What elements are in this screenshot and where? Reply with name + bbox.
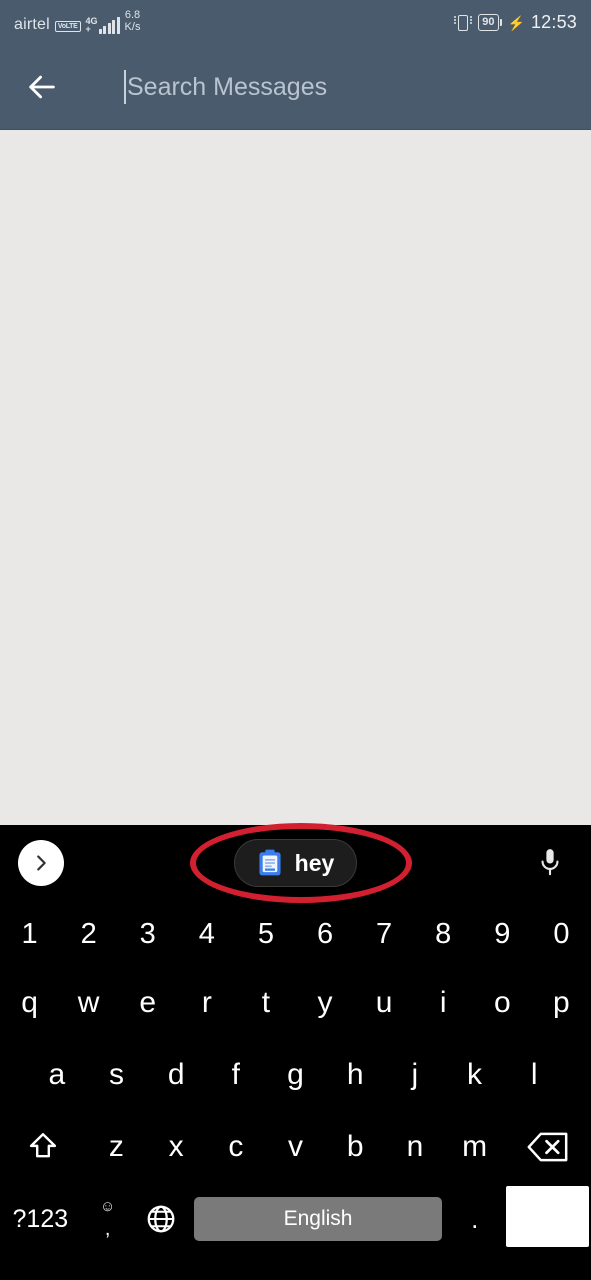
keyboard-row-numbers: 1 2 3 4 5 6 7 8 9 0 bbox=[0, 901, 591, 967]
key-1[interactable]: 1 bbox=[0, 901, 59, 967]
carrier-label: airtel bbox=[14, 15, 50, 33]
battery-icon: 90 bbox=[478, 14, 502, 31]
app-bar bbox=[0, 45, 591, 130]
keyboard-row-3: z x c v b n m bbox=[0, 1111, 591, 1183]
enter-key-surface bbox=[505, 1186, 589, 1247]
key-v[interactable]: v bbox=[266, 1111, 326, 1183]
key-j[interactable]: j bbox=[385, 1039, 445, 1111]
chevron-right-icon bbox=[37, 855, 46, 871]
data-speed-indicator: 6.8 K/s bbox=[124, 9, 141, 33]
vibrate-icon bbox=[454, 13, 473, 33]
microphone-icon bbox=[541, 849, 559, 876]
status-bar: airtel VoLTE 4G + 6.8 K/s 90 ⚡ 12:53 bbox=[0, 0, 591, 45]
key-l[interactable]: l bbox=[504, 1039, 564, 1111]
back-button[interactable] bbox=[18, 63, 66, 111]
clipboard-suggestion-chip[interactable]: hey bbox=[233, 839, 358, 887]
key-0[interactable]: 0 bbox=[532, 901, 591, 967]
search-field-wrapper[interactable] bbox=[124, 70, 527, 104]
voice-input-button[interactable] bbox=[527, 840, 573, 886]
key-y[interactable]: y bbox=[295, 967, 354, 1039]
enter-key[interactable] bbox=[502, 1183, 591, 1255]
key-m[interactable]: m bbox=[445, 1111, 505, 1183]
key-c[interactable]: c bbox=[206, 1111, 266, 1183]
on-screen-keyboard: hey 1 2 3 4 5 6 7 8 9 0 q w e r t y u i … bbox=[0, 825, 591, 1280]
key-o[interactable]: o bbox=[473, 967, 532, 1039]
network-gen-label: 4G + bbox=[85, 16, 98, 34]
emoji-icon: ☺ bbox=[99, 1198, 116, 1215]
network-indicator: 4G + bbox=[85, 16, 120, 34]
clock-label: 12:53 bbox=[530, 12, 577, 32]
shift-key[interactable] bbox=[0, 1111, 87, 1183]
key-r[interactable]: r bbox=[177, 967, 236, 1039]
key-p[interactable]: p bbox=[532, 967, 591, 1039]
signal-bars-icon bbox=[98, 16, 120, 34]
key-n[interactable]: n bbox=[385, 1111, 445, 1183]
key-9[interactable]: 9 bbox=[473, 901, 532, 967]
keyboard-row-2: a s d f g h j k l bbox=[0, 1039, 591, 1111]
battery-level-label: 90 bbox=[478, 14, 499, 31]
key-3[interactable]: 3 bbox=[118, 901, 177, 967]
expand-toolbar-button[interactable] bbox=[18, 840, 64, 886]
key-8[interactable]: 8 bbox=[414, 901, 473, 967]
shift-icon bbox=[30, 1133, 57, 1158]
suggestion-strip: hey bbox=[0, 825, 591, 901]
key-k[interactable]: k bbox=[445, 1039, 505, 1111]
backspace-key[interactable] bbox=[504, 1111, 591, 1183]
phone-screen: airtel VoLTE 4G + 6.8 K/s 90 ⚡ 12:53 Sea… bbox=[0, 0, 591, 1280]
key-6[interactable]: 6 bbox=[295, 901, 354, 967]
comma-key[interactable]: ☺ , bbox=[81, 1183, 135, 1255]
space-key-label: English bbox=[194, 1197, 442, 1241]
back-arrow-icon bbox=[29, 75, 55, 99]
key-d[interactable]: d bbox=[146, 1039, 206, 1111]
key-b[interactable]: b bbox=[325, 1111, 385, 1183]
status-bar-left: airtel VoLTE 4G + 6.8 K/s bbox=[14, 10, 140, 34]
key-h[interactable]: h bbox=[325, 1039, 385, 1111]
key-f[interactable]: f bbox=[206, 1039, 266, 1111]
keyboard-row-4: ?123 ☺ , English . bbox=[0, 1183, 591, 1255]
key-s[interactable]: s bbox=[87, 1039, 147, 1111]
symbols-key[interactable]: ?123 bbox=[0, 1183, 81, 1255]
key-x[interactable]: x bbox=[146, 1111, 206, 1183]
text-cursor bbox=[124, 70, 126, 104]
key-w[interactable]: w bbox=[59, 967, 118, 1039]
key-a[interactable]: a bbox=[27, 1039, 87, 1111]
backspace-icon bbox=[527, 1132, 568, 1162]
clipboard-icon bbox=[259, 849, 281, 876]
key-z[interactable]: z bbox=[87, 1111, 147, 1183]
key-5[interactable]: 5 bbox=[236, 901, 295, 967]
period-key[interactable]: . bbox=[448, 1183, 502, 1255]
key-i[interactable]: i bbox=[414, 967, 473, 1039]
volte-badge-icon: VoLTE bbox=[54, 20, 81, 32]
status-bar-right: 90 ⚡ 12:53 bbox=[454, 12, 577, 33]
language-switch-key[interactable] bbox=[135, 1183, 189, 1255]
key-u[interactable]: u bbox=[355, 967, 414, 1039]
charging-bolt-icon: ⚡ bbox=[507, 14, 525, 31]
key-7[interactable]: 7 bbox=[355, 901, 414, 967]
search-results-area bbox=[0, 130, 591, 825]
key-e[interactable]: e bbox=[118, 967, 177, 1039]
key-q[interactable]: q bbox=[0, 967, 59, 1039]
globe-icon bbox=[147, 1205, 175, 1233]
space-key[interactable]: English bbox=[188, 1183, 448, 1255]
search-input[interactable] bbox=[127, 72, 527, 102]
key-g[interactable]: g bbox=[266, 1039, 326, 1111]
key-t[interactable]: t bbox=[236, 967, 295, 1039]
key-4[interactable]: 4 bbox=[177, 901, 236, 967]
keyboard-row-1: q w e r t y u i o p bbox=[0, 967, 591, 1039]
clipboard-suggestion-label: hey bbox=[294, 849, 335, 876]
key-2[interactable]: 2 bbox=[59, 901, 118, 967]
